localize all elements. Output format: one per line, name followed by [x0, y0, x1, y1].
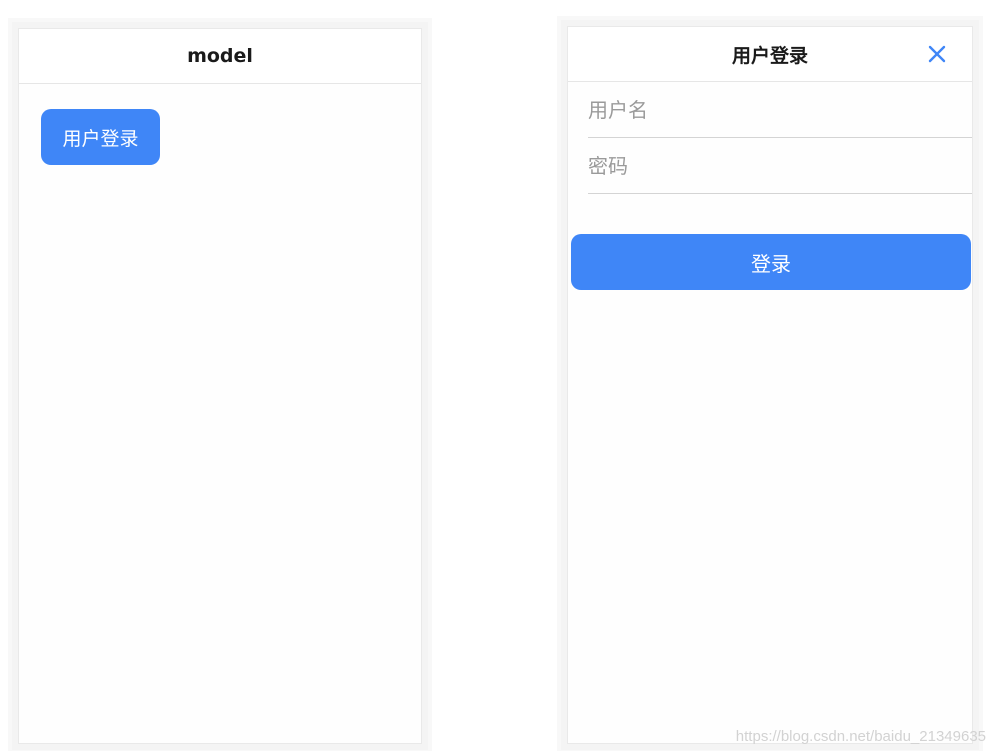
nav-bar: model: [19, 29, 421, 84]
watermark-text: https://blog.csdn.net/baidu_21349635: [735, 728, 986, 745]
open-login-button[interactable]: 用户登录: [41, 109, 160, 165]
phone-screen-home: model 用户登录: [18, 28, 422, 744]
modal-title: 用户登录: [731, 44, 808, 67]
password-field: [588, 138, 972, 194]
page-title: model: [187, 45, 253, 67]
login-button[interactable]: 登录: [571, 234, 971, 290]
close-icon-glyph: [928, 45, 946, 63]
password-input[interactable]: [588, 153, 972, 178]
phone-screen-login-modal: 用户登录 登录: [567, 26, 973, 744]
close-icon[interactable]: [924, 41, 950, 67]
modal-header: 用户登录: [568, 27, 972, 82]
username-field: [588, 82, 972, 138]
username-input[interactable]: [588, 97, 972, 122]
